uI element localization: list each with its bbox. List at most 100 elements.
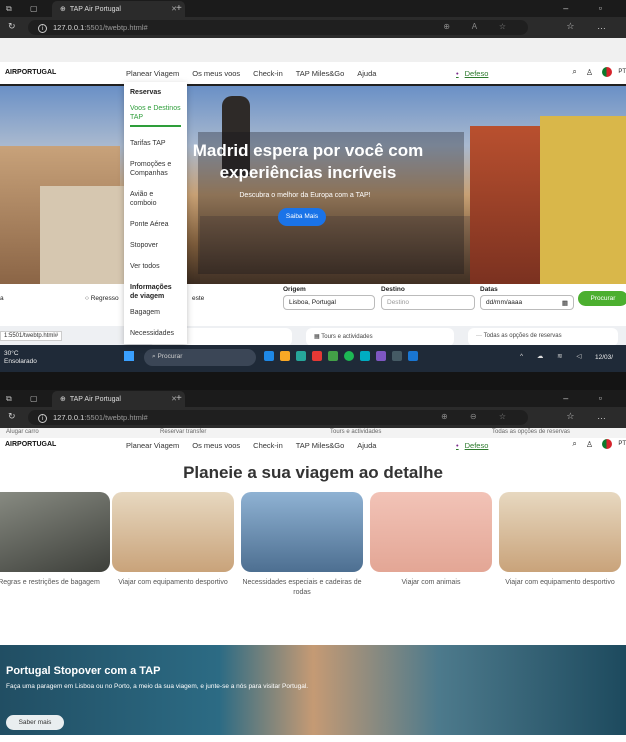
peek-transfer[interactable]: Reservar transfer	[160, 429, 206, 435]
language-code[interactable]: PT	[618, 69, 626, 75]
trip-type-regresso[interactable]: Regresso	[85, 295, 119, 302]
nav-planear-viagem[interactable]: Planear Viagem	[126, 69, 179, 78]
nav-planear-viagem-2[interactable]: Planear Viagem	[126, 441, 179, 450]
menu-item-ver-todos[interactable]: Ver todos	[130, 262, 181, 271]
menu-item-bagagem[interactable]: Bagagem	[130, 308, 181, 317]
new-tab-icon[interactable]: +	[176, 3, 182, 14]
language-code-2[interactable]: PT	[618, 441, 626, 447]
windows-start-icon[interactable]	[124, 351, 134, 361]
search-icon[interactable]: ⌕	[572, 67, 576, 77]
card-equipamento-2[interactable]: Viajar com equipamento desportivo	[499, 492, 621, 588]
dates-field: Datas dd/mm/aaaa ▦	[480, 286, 574, 310]
quick-link-tours[interactable]: ▦ Tours e actividades	[306, 328, 454, 346]
tab-actions-icon-2[interactable]: ▢	[30, 394, 38, 403]
card-caption-necessidades: Necessidades especiais e cadeiras de rod…	[242, 579, 362, 596]
dropdown-section-reservas: Reservas	[130, 89, 162, 96]
saber-mais-button[interactable]: Saber mais	[6, 715, 64, 730]
spotify-icon[interactable]	[344, 351, 354, 361]
task-view-icon[interactable]	[264, 351, 274, 361]
trip-type-multi[interactable]: este	[192, 295, 204, 302]
defeso-link-2[interactable]: Defeso	[456, 441, 489, 450]
window-controls[interactable]: – ▫	[563, 3, 616, 13]
logo-text-2: AIRPORTUGAL	[5, 441, 57, 448]
main-nav: Planear Viagem Os meus voos Check-in TAP…	[126, 69, 376, 78]
hero-building-left-2	[40, 186, 130, 284]
menu-item-tarifas[interactable]: Tarifas TAP	[130, 139, 181, 148]
site-info-icon-2[interactable]: i	[38, 414, 47, 423]
nav-os-meus-voos-2[interactable]: Os meus voos	[192, 441, 240, 450]
peek-alugar-carro[interactable]: Alugar carro	[6, 429, 39, 435]
nav-ajuda-2[interactable]: Ajuda	[357, 441, 376, 450]
vscode-icon[interactable]	[408, 351, 418, 361]
taskbar-search[interactable]: ⌕ Procurar	[144, 349, 256, 366]
windows-taskbar: 30°C Ensolarado ⌕ Procurar ^ ☁ ≋ ◁ 12/03/	[0, 345, 626, 372]
stopover-text: Faça uma paragem em Lisboa ou no Porto, …	[6, 683, 309, 690]
app2-icon[interactable]	[392, 351, 402, 361]
card-equipamento[interactable]: Viajar com equipamento desportivo	[112, 492, 234, 588]
menu-item-voos-destinos[interactable]: Voos e Destinos TAP	[130, 104, 181, 127]
chrome-icon[interactable]	[328, 351, 338, 361]
search-icon-2[interactable]: ⌕	[572, 439, 576, 449]
user-icon[interactable]: ♙	[586, 68, 593, 77]
tap-logo-2[interactable]: AIRPORTUGAL	[5, 441, 56, 448]
hero-title: Madrid espera por você com experiências …	[192, 141, 424, 182]
card-animais[interactable]: Viajar com animais	[370, 492, 492, 588]
procurar-button[interactable]: Procurar	[578, 291, 626, 306]
reload-icon-2[interactable]: ↻	[8, 411, 16, 422]
dates-label: Datas	[480, 286, 498, 293]
peek-tours[interactable]: Tours e actividades	[330, 429, 381, 435]
nav-miles-go-2[interactable]: TAP Miles&Go	[296, 441, 345, 450]
file-explorer-icon[interactable]	[280, 351, 290, 361]
browser-tab[interactable]: ⊕ TAP Air Portugal ✕	[52, 1, 185, 17]
weather-desc: Ensolarado	[4, 358, 37, 365]
peek-all-options[interactable]: Todas as opções de reservas	[492, 429, 570, 435]
saiba-mais-button[interactable]: Saiba Mais	[278, 208, 326, 226]
workspaces-icon[interactable]: ⧉	[6, 4, 12, 14]
site-info-icon[interactable]: i	[38, 24, 47, 33]
menu-item-aviao-comboio[interactable]: Avião e comboio	[130, 190, 181, 208]
calendar-icon[interactable]: ▦	[562, 299, 568, 307]
destination-label: Destino	[381, 286, 405, 293]
address-bar-2[interactable]: i 127.0.0.1:5501/twebtp.html# ⊕ ⊖ ☆	[28, 410, 528, 425]
nav-ajuda[interactable]: Ajuda	[357, 69, 376, 78]
new-tab-icon-2[interactable]: +	[176, 393, 182, 404]
origin-input[interactable]: Lisboa, Portugal	[283, 295, 375, 310]
menu-item-ponte-aerea[interactable]: Ponte Aérea	[130, 220, 181, 229]
dates-value: dd/mm/aaaa	[486, 299, 523, 306]
card-necessidades[interactable]: Necessidades especiais e cadeiras de rod…	[241, 492, 363, 598]
dates-input[interactable]: dd/mm/aaaa ▦	[480, 295, 574, 310]
edge-icon[interactable]	[296, 351, 306, 361]
favorites-icon[interactable]: ☆ …	[566, 21, 616, 32]
user-icon-2[interactable]: ♙	[586, 440, 593, 449]
menu-item-stopover[interactable]: Stopover	[130, 241, 181, 250]
defeso-link[interactable]: Defeso	[456, 69, 489, 78]
system-tray-icons[interactable]: ^ ☁ ≋ ◁	[520, 352, 587, 360]
paint-icon[interactable]	[376, 351, 386, 361]
store-icon[interactable]	[312, 351, 322, 361]
window-controls-2[interactable]: – ▫	[563, 393, 616, 403]
tap-logo[interactable]: AIRPORTUGAL	[5, 69, 56, 76]
address-tools-icons-2[interactable]: ⊕ ⊖ ☆	[441, 412, 516, 421]
tab-actions-icon[interactable]: ▢	[30, 4, 38, 13]
address-bar[interactable]: i 127.0.0.1:5501/twebtp.html# ⊕ A ☆	[28, 20, 528, 35]
app-icon[interactable]	[360, 351, 370, 361]
quick-link-all-options[interactable]: ··· Todas as opções de reservas	[468, 328, 618, 346]
card-bagagem[interactable]: Regras e restrições de bagagem	[0, 492, 110, 588]
favorites-icon-2[interactable]: ☆ …	[566, 411, 616, 422]
trip-type-ida[interactable]: a	[0, 295, 4, 302]
nav-os-meus-voos[interactable]: Os meus voos	[192, 69, 240, 78]
nav-check-in-2[interactable]: Check-in	[253, 441, 283, 450]
address-tools-icons[interactable]: ⊕ A ☆	[443, 22, 516, 31]
nav-miles-go[interactable]: TAP Miles&Go	[296, 69, 345, 78]
menu-item-necessidades[interactable]: Necessidades	[130, 329, 181, 338]
nav-check-in[interactable]: Check-in	[253, 69, 283, 78]
destination-input[interactable]: Destino	[381, 295, 475, 310]
browser-tab-2[interactable]: ⊕ TAP Air Portugal ✕	[52, 391, 185, 407]
reload-icon[interactable]: ↻	[8, 21, 16, 32]
origin-label: Origem	[283, 286, 306, 293]
workspaces-icon-2[interactable]: ⧉	[6, 394, 12, 404]
menu-item-promocoes[interactable]: Promoções e Companhas	[130, 160, 181, 178]
language-flag-icon[interactable]	[602, 67, 612, 77]
weather-widget[interactable]: 30°C Ensolarado	[4, 350, 37, 366]
language-flag-icon-2[interactable]	[602, 439, 612, 449]
